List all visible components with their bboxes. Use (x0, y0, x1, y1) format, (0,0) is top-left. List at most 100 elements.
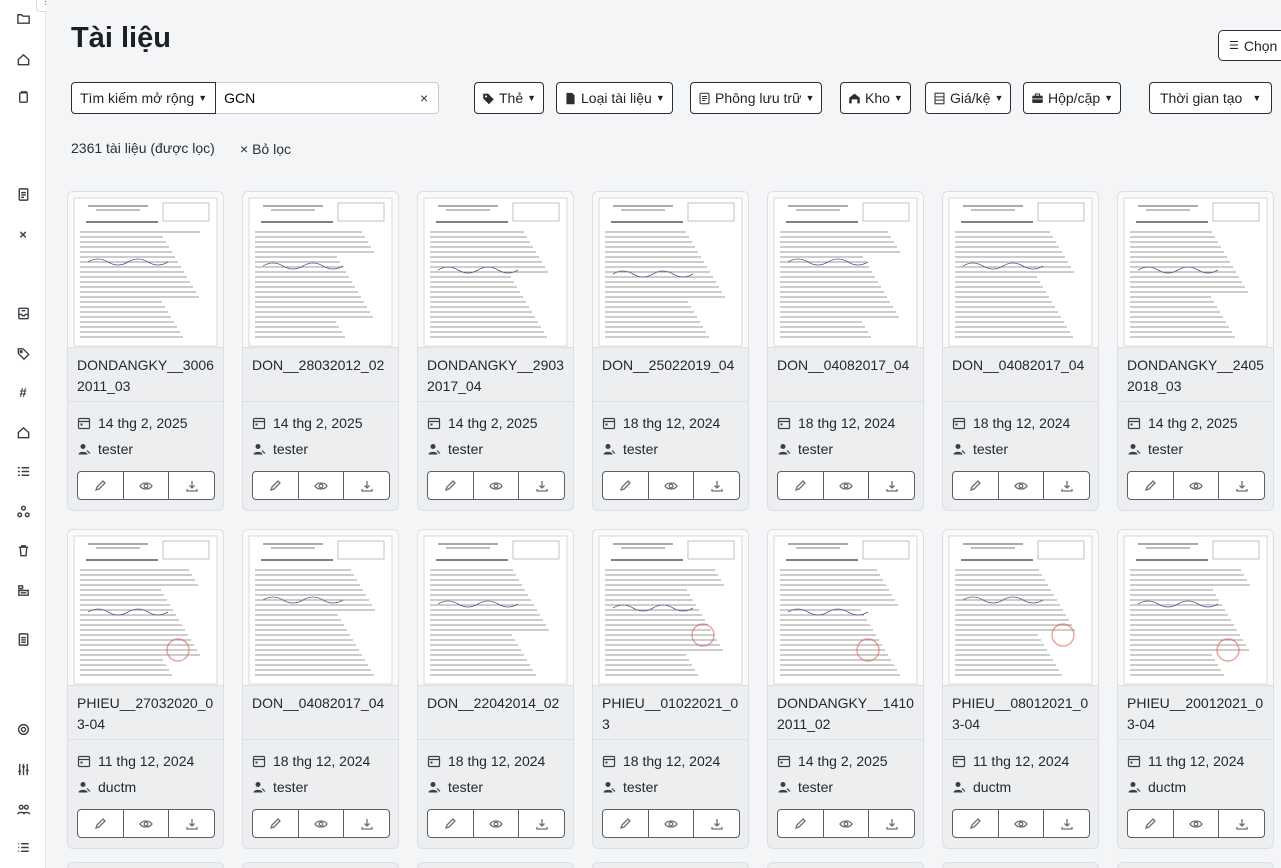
view-button[interactable] (124, 810, 170, 837)
edit-button[interactable] (603, 472, 649, 499)
document-card[interactable]: PHIEU__27032020_03-04 11 thg 12, 2024 du… (67, 529, 224, 849)
inbox-icon[interactable] (0, 300, 46, 326)
sliders-icon[interactable] (0, 756, 46, 782)
filter-tag-button[interactable]: Thẻ ▼ (474, 82, 545, 114)
search-input[interactable] (216, 83, 407, 113)
document-card[interactable]: PHIEU__01022021_03 18 thg 12, 2024 teste… (592, 529, 749, 849)
download-button[interactable] (519, 810, 564, 837)
download-button[interactable] (869, 810, 914, 837)
document-name[interactable]: DONDANGKY__24052018_03 (1127, 355, 1269, 397)
document-card[interactable]: DONDANGKY__24052018_03 14 thg 2, 2025 te… (1117, 191, 1274, 511)
document-name[interactable]: DON__28032012_02 (252, 355, 394, 376)
edit-button[interactable] (428, 810, 474, 837)
copy-icon[interactable] (0, 84, 46, 110)
edit-button[interactable] (78, 472, 124, 499)
document-thumbnail[interactable] (418, 192, 573, 348)
users-icon[interactable] (0, 796, 46, 822)
filter-doc-type-button[interactable]: Loại tài liệu ▼ (556, 82, 673, 114)
archive-icon[interactable] (0, 577, 46, 603)
document-card[interactable]: PHIEU__08012021_03-04 11 thg 12, 2024 du… (942, 529, 1099, 849)
document-icon[interactable] (0, 181, 46, 207)
filter-created-time-button[interactable]: Thời gian tạo ▼ (1149, 82, 1273, 114)
view-button[interactable] (824, 810, 870, 837)
edit-button[interactable] (253, 472, 299, 499)
document-name[interactable]: DON__25022019_04 (602, 355, 744, 376)
download-button[interactable] (1219, 472, 1264, 499)
view-button[interactable] (1174, 472, 1220, 499)
document-thumbnail[interactable] (1118, 530, 1273, 686)
document-name[interactable]: PHIEU__20012021_03-04 (1127, 693, 1269, 735)
edit-button[interactable] (1128, 810, 1174, 837)
document-thumbnail[interactable] (943, 192, 1098, 348)
document-name[interactable]: PHIEU__01022021_03 (602, 693, 744, 735)
document-thumbnail[interactable] (68, 192, 223, 348)
list-check-icon[interactable] (0, 458, 46, 484)
clear-filters-link[interactable]: × Bỏ lọc (240, 141, 291, 157)
choose-button[interactable]: ☰ Chọn (1218, 30, 1281, 61)
document-card[interactable]: DON__04082017_04 18 thg 12, 2024 tester (942, 191, 1099, 511)
home-icon[interactable] (0, 46, 46, 72)
download-button[interactable] (1044, 810, 1089, 837)
download-button[interactable] (1044, 472, 1089, 499)
document-thumbnail[interactable] (68, 530, 223, 686)
file-list-icon[interactable] (0, 626, 46, 652)
edit-button[interactable] (428, 472, 474, 499)
document-thumbnail[interactable] (243, 530, 398, 686)
view-button[interactable] (474, 810, 520, 837)
document-name[interactable]: DON__04082017_04 (777, 355, 919, 376)
download-button[interactable] (344, 810, 389, 837)
document-thumbnail[interactable] (1118, 192, 1273, 348)
download-button[interactable] (694, 810, 739, 837)
document-card[interactable]: PHIEU__20012021_03-04 11 thg 12, 2024 du… (1117, 529, 1274, 849)
document-card[interactable]: DONDANGKY__29032017_04 14 thg 2, 2025 te… (417, 191, 574, 511)
home-icon[interactable] (0, 419, 46, 445)
edit-button[interactable] (778, 472, 824, 499)
document-card[interactable]: DON__04082017_04 18 thg 12, 2024 tester (767, 191, 924, 511)
view-button[interactable] (649, 472, 695, 499)
document-thumbnail[interactable] (243, 192, 398, 348)
search-mode-dropdown[interactable]: Tìm kiếm mở rộng ▼ (71, 82, 217, 114)
view-button[interactable] (474, 472, 520, 499)
document-name[interactable]: PHIEU__08012021_03-04 (952, 693, 1094, 735)
document-thumbnail[interactable] (768, 192, 923, 348)
trash-icon[interactable] (0, 537, 46, 563)
view-button[interactable] (824, 472, 870, 499)
filter-archive-button[interactable]: Phông lưu trữ ▼ (690, 82, 823, 114)
edit-button[interactable] (953, 810, 999, 837)
view-button[interactable] (299, 810, 345, 837)
list-icon[interactable] (0, 834, 46, 860)
edit-button[interactable] (953, 472, 999, 499)
document-name[interactable]: DON__04082017_04 (252, 693, 394, 714)
edit-button[interactable] (778, 810, 824, 837)
document-card[interactable]: DON__22042014_02 18 thg 12, 2024 tester (417, 529, 574, 849)
document-thumbnail[interactable] (943, 530, 1098, 686)
document-name[interactable]: DONDANGKY__29032017_04 (427, 355, 569, 397)
view-button[interactable] (999, 810, 1045, 837)
edit-button[interactable] (1128, 472, 1174, 499)
download-button[interactable] (1219, 810, 1264, 837)
view-button[interactable] (1174, 810, 1220, 837)
document-thumbnail[interactable] (593, 192, 748, 348)
filter-box-button[interactable]: Hộp/cặp ▼ (1023, 82, 1122, 114)
close-icon[interactable]: × (0, 221, 46, 247)
document-card[interactable]: DONDANGKY__14102011_02 14 thg 2, 2025 te… (767, 529, 924, 849)
document-card[interactable]: DONDANGKY__30062011_03 14 thg 2, 2025 te… (67, 191, 224, 511)
filter-storage-button[interactable]: Kho ▼ (840, 82, 911, 114)
document-card[interactable]: DON__04082017_04 18 thg 12, 2024 tester (242, 529, 399, 849)
document-name[interactable]: DON__04082017_04 (952, 355, 1094, 376)
document-card[interactable]: DON__25022019_04 18 thg 12, 2024 tester (592, 191, 749, 511)
view-button[interactable] (649, 810, 695, 837)
download-button[interactable] (869, 472, 914, 499)
tag-icon[interactable] (0, 340, 46, 366)
edit-button[interactable] (78, 810, 124, 837)
view-button[interactable] (999, 472, 1045, 499)
hash-icon[interactable]: # (0, 379, 46, 405)
document-thumbnail[interactable] (593, 530, 748, 686)
document-thumbnail[interactable] (418, 530, 573, 686)
document-name[interactable]: DON__22042014_02 (427, 693, 569, 714)
download-button[interactable] (694, 472, 739, 499)
download-button[interactable] (169, 472, 214, 499)
view-button[interactable] (299, 472, 345, 499)
document-name[interactable]: PHIEU__27032020_03-04 (77, 693, 219, 735)
document-name[interactable]: DONDANGKY__30062011_03 (77, 355, 219, 397)
